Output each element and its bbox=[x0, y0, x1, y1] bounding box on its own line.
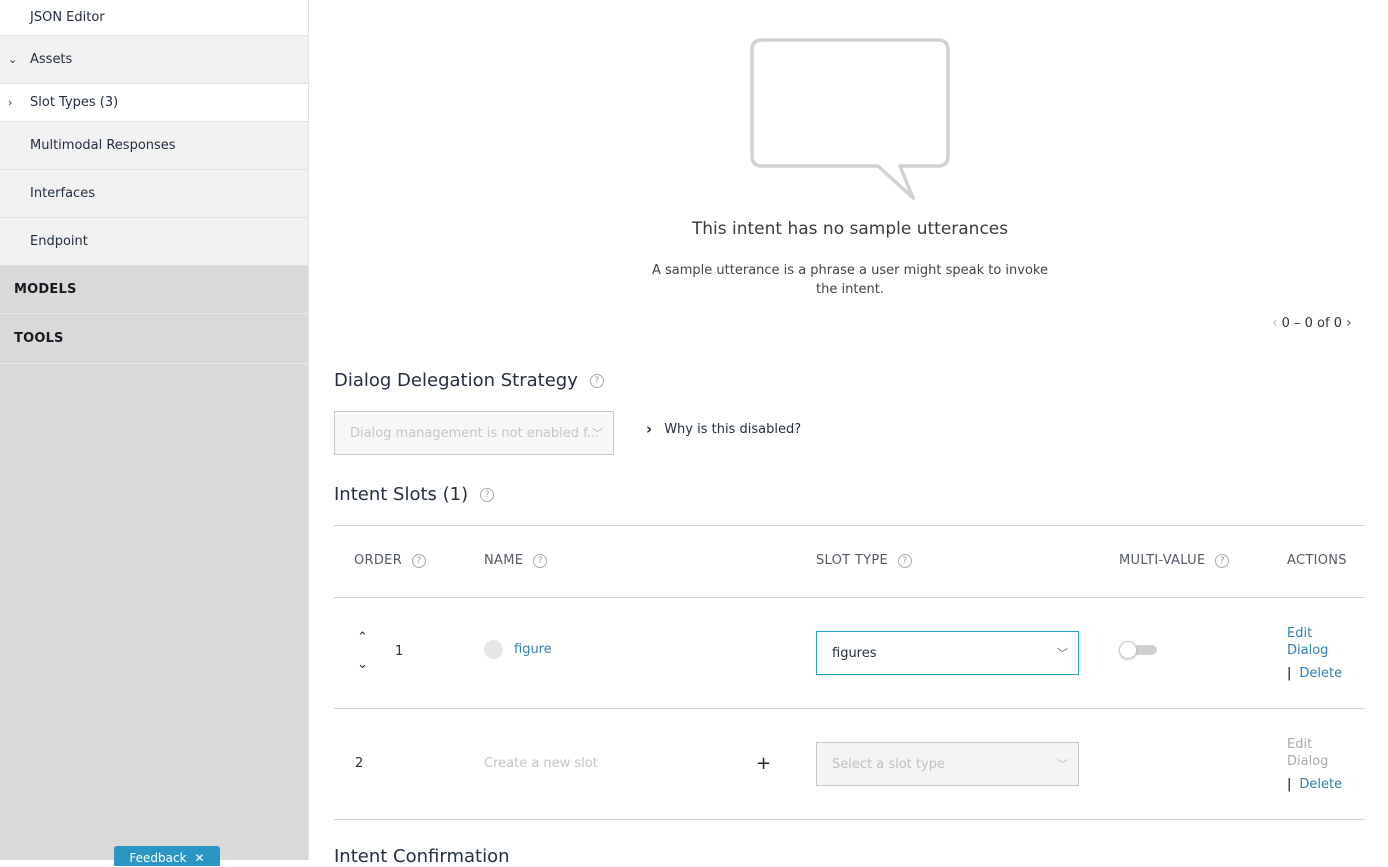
arrow-up-icon[interactable]: ⌃ bbox=[357, 630, 368, 645]
section-title-text: Dialog Delegation Strategy bbox=[334, 370, 578, 391]
delete-action: | Delete bbox=[1287, 776, 1342, 793]
column-header-label: SLOT TYPE bbox=[816, 553, 888, 568]
chevron-right-icon: › bbox=[646, 420, 653, 438]
why-disabled-toggle[interactable]: › Why is this disabled? bbox=[646, 420, 801, 438]
multi-value-toggle[interactable] bbox=[1119, 641, 1159, 659]
column-header-label: ORDER bbox=[354, 553, 403, 568]
feedback-label: Feedback bbox=[129, 851, 187, 865]
sidebar-item-multimodal-responses[interactable]: Multimodal Responses bbox=[0, 122, 308, 170]
divider bbox=[334, 708, 1365, 709]
column-header-order: ORDER ? bbox=[354, 553, 427, 568]
row-actions: Edit Dialog | Delete bbox=[1287, 736, 1342, 793]
sidebar-item-label: Multimodal Responses bbox=[30, 138, 176, 153]
column-header-multi-value: MULTI-VALUE ? bbox=[1119, 553, 1230, 568]
sidebar-item-label: Assets bbox=[30, 52, 73, 67]
column-header-label: ACTIONS bbox=[1287, 553, 1347, 568]
why-disabled-label: Why is this disabled? bbox=[664, 421, 802, 437]
chevron-right-icon: › bbox=[8, 96, 13, 109]
select-value: figures bbox=[832, 645, 877, 661]
help-icon[interactable]: ? bbox=[533, 553, 548, 568]
close-icon[interactable]: ✕ bbox=[195, 851, 205, 866]
column-header-actions: ACTIONS bbox=[1287, 553, 1347, 568]
section-title-slots: Intent Slots (1) ? bbox=[334, 484, 495, 505]
delete-link[interactable]: Delete bbox=[1299, 666, 1342, 681]
sidebar-section-tools[interactable]: TOOLS bbox=[0, 314, 308, 364]
sidebar-item-slot-types[interactable]: › Slot Types (3) bbox=[0, 84, 308, 122]
section-title-delegation: Dialog Delegation Strategy ? bbox=[334, 370, 604, 391]
new-slot-input[interactable]: Create a new slot bbox=[484, 756, 598, 771]
speech-bubble-icon bbox=[750, 38, 950, 200]
slot-order: 1 bbox=[395, 644, 404, 659]
dropdown-value: Dialog management is not enabled f... bbox=[350, 425, 600, 441]
sidebar-item-label: JSON Editor bbox=[30, 10, 105, 25]
divider bbox=[334, 597, 1365, 598]
pagination-label: 0 – 0 of 0 bbox=[1281, 315, 1342, 331]
feedback-button[interactable]: Feedback ✕ bbox=[114, 846, 220, 866]
delegation-strategy-dropdown: Dialog management is not enabled f... ﹀ bbox=[334, 411, 614, 455]
empty-state-title: This intent has no sample utterances bbox=[691, 219, 1009, 239]
help-icon[interactable]: ? bbox=[589, 373, 604, 388]
delete-action: | Delete bbox=[1287, 665, 1342, 682]
slot-type-select[interactable]: figures ﹀ bbox=[816, 631, 1079, 675]
column-header-label: NAME bbox=[484, 553, 524, 568]
chevron-down-icon: ﹀ bbox=[1057, 647, 1068, 660]
edit-dialog-link[interactable]: Edit Dialog bbox=[1287, 625, 1337, 659]
column-header-slot-type: SLOT TYPE ? bbox=[816, 553, 912, 568]
chevron-down-icon: ⌄ bbox=[8, 53, 18, 66]
help-icon[interactable]: ? bbox=[1215, 553, 1230, 568]
chevron-left-icon[interactable]: ‹ bbox=[1272, 315, 1278, 331]
new-slot-type-select: Select a slot type ﹀ bbox=[816, 742, 1079, 786]
sidebar: JSON Editor ⌄ Assets › Slot Types (3) Mu… bbox=[0, 0, 309, 866]
chevron-down-icon: ﹀ bbox=[592, 427, 603, 440]
row-actions: Edit Dialog | Delete bbox=[1287, 625, 1342, 682]
sidebar-item-label: Interfaces bbox=[30, 186, 95, 201]
help-icon[interactable]: ? bbox=[897, 553, 912, 568]
pagination: ‹ 0 – 0 of 0 › bbox=[1272, 315, 1352, 331]
delete-link[interactable]: Delete bbox=[1299, 777, 1342, 792]
column-header-name: NAME ? bbox=[484, 553, 548, 568]
toggle-knob bbox=[1119, 641, 1137, 659]
help-icon[interactable]: ? bbox=[412, 553, 427, 568]
divider bbox=[334, 819, 1365, 820]
chevron-down-icon: ﹀ bbox=[1057, 758, 1068, 771]
arrow-down-icon[interactable]: ⌄ bbox=[357, 657, 368, 672]
edit-dialog-link: Edit Dialog bbox=[1287, 737, 1329, 769]
separator: | bbox=[1287, 666, 1292, 681]
empty-state-description: A sample utterance is a phrase a user mi… bbox=[652, 263, 1048, 297]
sidebar-item-json-editor[interactable]: JSON Editor bbox=[0, 0, 308, 36]
divider bbox=[334, 525, 1365, 526]
slot-name-link[interactable]: figure bbox=[514, 642, 552, 657]
section-title-text: Intent Slots (1) bbox=[334, 484, 469, 505]
order-controls: ⌃ ⌄ bbox=[357, 630, 368, 672]
slot-order: 2 bbox=[355, 756, 364, 771]
sidebar-section-models[interactable]: MODELS bbox=[0, 266, 308, 314]
main-content: This intent has no sample utterances A s… bbox=[310, 0, 1388, 867]
column-header-label: MULTI-VALUE bbox=[1119, 553, 1206, 568]
slot-status-indicator bbox=[484, 640, 503, 659]
sidebar-item-interfaces[interactable]: Interfaces bbox=[0, 170, 308, 218]
sidebar-item-label: Slot Types (3) bbox=[30, 95, 119, 110]
help-icon[interactable]: ? bbox=[480, 487, 495, 502]
separator: | bbox=[1287, 777, 1292, 792]
sidebar-item-assets[interactable]: ⌄ Assets bbox=[0, 36, 308, 84]
add-slot-button[interactable]: + bbox=[756, 753, 771, 774]
select-placeholder: Select a slot type bbox=[832, 756, 945, 772]
chevron-right-icon[interactable]: › bbox=[1346, 315, 1352, 331]
sidebar-item-label: Endpoint bbox=[30, 234, 88, 249]
section-title-confirmation: Intent Confirmation bbox=[334, 846, 510, 867]
sidebar-item-endpoint[interactable]: Endpoint bbox=[0, 218, 308, 266]
